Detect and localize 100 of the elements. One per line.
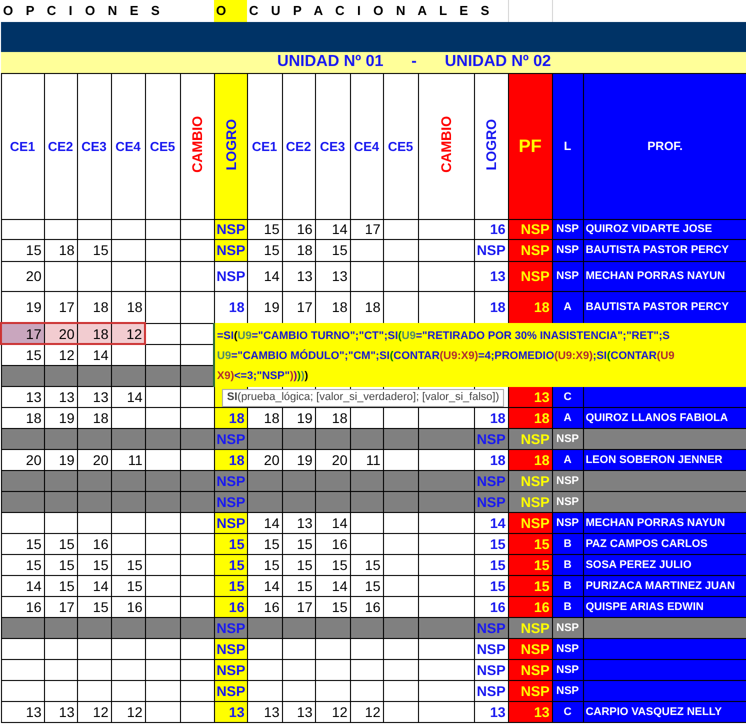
table-cell: B [552,554,584,575]
table-cell: NSP [214,512,247,533]
table-cell: NSP [214,617,247,638]
table-cell: 16 [214,596,247,617]
table-cell: 15 [282,575,315,596]
table-cell: 15 [474,575,508,596]
column-header: CE3 [77,73,111,219]
table-cell: 13 [315,261,350,291]
table-cell: 15 [508,554,552,575]
formula-text: U9="CAMBIO MÓDULO";"CM";SI(CONTAR(U9:X9)=4;PROMEDIO(U9:X9);SI(CONTAR(U9 [217,348,676,364]
table-cell: 13 [282,701,315,722]
table-cell: 16 [282,219,315,239]
column-header: LOGRO [474,73,508,219]
unit-title: UNIDAD Nº 01 [277,53,384,72]
table-cell: NSP [508,428,552,449]
table-cell: NSP [508,261,552,291]
table-cell: 14 [247,512,282,533]
table-cell: 14 [315,575,350,596]
column-header: CAMBIO [180,73,214,219]
table-cell: 16 [474,596,508,617]
table-cell: 18 [77,323,111,344]
table-cell: 16 [350,596,383,617]
table-cell: NSP [214,239,247,261]
table-cell: 13 [282,261,315,291]
formula-text: =SI(U9="CAMBIO TURNO";"CT";SI(U9="RETIRADO POR 30% INASISTENCIA";"RET";S [217,329,671,344]
table-cell: A [552,449,584,470]
table-cell: BAUTISTA PASTOR PERCY [583,239,746,261]
table-cell: NSP [552,659,584,680]
table-cell: 15 [350,554,383,575]
column-header: CE3 [315,73,350,219]
table-cell: 20 [44,323,77,344]
column-header: PROF. [583,73,746,219]
formula-text: X9)<=3;"NSP"))))) [217,369,310,384]
table-cell: 16 [111,596,145,617]
unit-separator: - [411,53,417,72]
table-cell: NSP [552,491,584,512]
table-cell: 14 [247,575,282,596]
table-cell: 15 [44,554,77,575]
table-cell: 20 [77,449,111,470]
table-cell: 13 [474,701,508,722]
table-cell: 12 [350,701,383,722]
table-cell: 14 [1,575,44,596]
table-cell: 19 [44,407,77,428]
column-header: LOGRO [214,73,247,219]
table-cell: NSP [214,491,247,512]
table-cell: QUISPE ARIAS EDWIN [583,596,746,617]
table-cell: 15 [315,554,350,575]
table-cell: 13 [508,386,552,407]
table-cell: 15 [77,596,111,617]
table-cell: NSP [474,491,508,512]
table-cell: 15 [247,554,282,575]
table-cell: 11 [111,449,145,470]
table-cell: NSP [474,428,508,449]
table-cell: 16 [508,596,552,617]
table-cell: 20 [315,449,350,470]
table-cell: 15 [508,533,552,554]
table-cell: NSP [508,512,552,533]
table-cell: 19 [282,449,315,470]
table-cell: 12 [315,701,350,722]
table-cell: 15 [315,239,350,261]
table-cell: MECHAN PORRAS NAYUN [583,261,746,291]
table-cell: SOSA PEREZ JULIO [583,554,746,575]
table-cell: 15 [77,239,111,261]
table-cell: NSP [552,239,584,261]
table-cell: 15 [474,533,508,554]
table-cell: C [552,701,584,722]
table-cell: 16 [474,219,508,239]
table-cell: 14 [474,512,508,533]
table-cell: NSP [214,428,247,449]
table-cell: 14 [315,512,350,533]
table-cell: NSP [552,617,584,638]
table-cell: 18 [508,291,552,323]
table-cell: NSP [474,680,508,701]
table-cell: 15 [44,533,77,554]
table-cell: NSP [552,638,584,659]
title-letter: O [214,0,247,22]
table-cell: 13 [214,701,247,722]
table-cell: PAZ CAMPOS CARLOS [583,533,746,554]
table-cell: 15 [1,239,44,261]
function-tooltip: SI(prueba_lógica; [valor_si_verdadero]; [valor_si_falso]) [222,389,504,407]
column-header: PF [508,73,552,219]
table-cell: PURIZACA MARTINEZ JUAN [583,575,746,596]
table-cell: 18 [214,449,247,470]
table-cell: 11 [350,449,383,470]
table-cell: 18 [44,239,77,261]
column-header: CE1 [1,73,44,219]
table-cell: NSP [474,239,508,261]
formula-editor[interactable]: =SI(U9="CAMBIO TURNO";"CT";SI(U9="RETIRADO POR 30% INASISTENCIA";"RET";S U9="CAMBIO MÓDULO";"CM";SI(CONTAR(U9:X9)=4;PROMEDIO(U9:X9);SI(CONTAR(U9 X9)<=3;"NSP"))))) [213,323,746,387]
table-cell: 18 [1,407,44,428]
table-cell: CARPIO VASQUEZ NELLY [583,701,746,722]
table-cell: 15 [214,575,247,596]
table-cell: 15 [247,533,282,554]
table-cell: MECHAN PORRAS NAYUN [583,512,746,533]
table-cell: 17 [1,323,44,344]
table-cell: NSP [552,261,584,291]
table-cell: 12 [111,701,145,722]
table-cell: NSP [552,470,584,491]
column-header: CE4 [350,73,383,219]
table-cell: 15 [282,554,315,575]
table-cell: NSP [508,659,552,680]
